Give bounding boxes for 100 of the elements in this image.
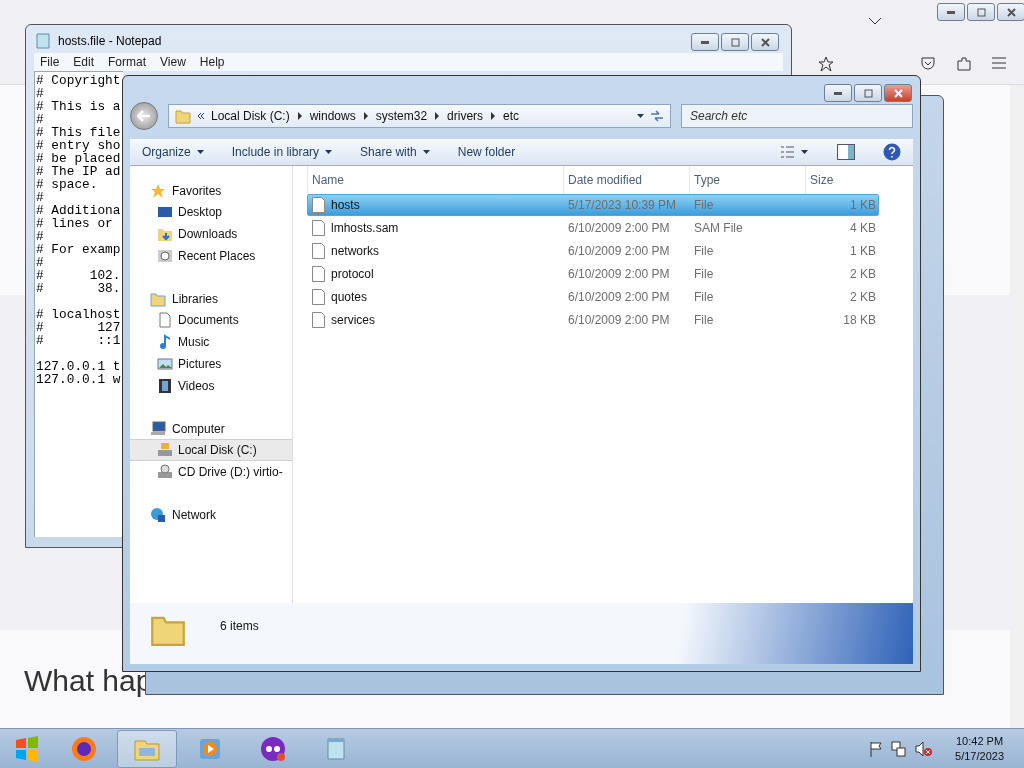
minimize-button[interactable] [691, 33, 719, 51]
nav-item-label[interactable]: Pictures [178, 357, 222, 371]
nav-group-label[interactable]: Network [172, 507, 216, 522]
address-bar[interactable]: Local Disk (C:) windows system32 drivers etc [168, 104, 671, 128]
folder-icon [175, 108, 191, 124]
minimize-button[interactable] [824, 84, 852, 102]
toolbar-button[interactable]: Share with [360, 145, 430, 159]
close-button[interactable] [884, 84, 912, 102]
file-name: hosts [331, 198, 360, 212]
table-cell-text: 5/17/2023 10:39 PM [567, 198, 678, 212]
file-row[interactable]: lmhosts.sam 6/10/2009 2:00 PM SAM File 4 KB [307, 217, 879, 239]
file-icon [312, 312, 325, 328]
star-icon [150, 182, 166, 199]
nav-group-label[interactable]: Favorites [172, 183, 222, 198]
close-button[interactable] [751, 33, 779, 51]
breadcrumb[interactable]: windows [309, 109, 356, 123]
toolbar-button[interactable]: Include in library [231, 145, 333, 159]
speaker-muted-icon[interactable] [915, 741, 934, 757]
table-cell-text: 2 KB [849, 290, 877, 304]
nav-item[interactable]: Documents [130, 309, 292, 331]
search-field[interactable]: Search etc [681, 104, 913, 128]
menu-item[interactable]: View [160, 55, 186, 69]
nav-item[interactable]: Music [130, 331, 292, 353]
file-row[interactable]: networks 6/10/2009 2:00 PM File 1 KB [307, 240, 879, 262]
chevron-right-icon [295, 112, 304, 120]
restore-button[interactable] [967, 3, 995, 21]
nav-item-label[interactable]: Recent Places [178, 249, 256, 263]
file-row[interactable]: hosts 5/17/2023 10:39 PM File 1 KB [307, 194, 879, 216]
window-title: hosts.file - Notepad [58, 34, 162, 48]
network-icon[interactable] [891, 741, 908, 757]
file-row[interactable]: services 6/10/2009 2:00 PM File 18 KB [307, 309, 879, 331]
breadcrumb[interactable]: etc [503, 109, 520, 123]
file-name: protocol [331, 267, 374, 281]
nav-group[interactable]: Favorites [130, 180, 292, 201]
nav-item[interactable]: Videos [130, 375, 292, 397]
nav-item-label[interactable]: Local Disk (C:) [178, 443, 257, 457]
nav-item[interactable]: Pictures [130, 353, 292, 375]
breadcrumb[interactable]: system32 [375, 109, 428, 123]
menu-item[interactable]: Format [108, 55, 147, 69]
table-cell-text: SAM File [693, 221, 744, 235]
file-row[interactable]: protocol 6/10/2009 2:00 PM File 2 KB [307, 263, 879, 285]
nav-item[interactable]: CD Drive (D:) virtio- [130, 461, 292, 483]
help-icon[interactable] [883, 143, 901, 161]
nav-item-label[interactable]: Videos [178, 379, 215, 393]
breadcrumb[interactable]: Local Disk (C:) [211, 109, 290, 123]
nav-item-label[interactable]: Documents [178, 313, 239, 327]
scrollbar[interactable] [1010, 85, 1024, 728]
back-button[interactable] [130, 102, 158, 130]
view-list-icon[interactable] [781, 146, 809, 158]
menu-item[interactable]: File [40, 55, 60, 69]
close-button[interactable] [997, 3, 1024, 21]
nav-group-label[interactable]: Computer [172, 421, 225, 436]
toolbar-button[interactable]: New folder [457, 145, 516, 159]
table-cell-text: File [693, 198, 715, 212]
maximize-button[interactable] [854, 84, 882, 102]
file-name: services [331, 313, 375, 327]
file-row[interactable]: quotes 6/10/2009 2:00 PM File 2 KB [307, 286, 879, 308]
menu-item[interactable]: Edit [73, 55, 95, 69]
text-area[interactable]: # Copyright # # This is a # # This file # entry sho # be placed # The IP ad # space. # # Additiona # lines or # # For examp # # 102. # 38. # localhost # 127 # ::1 127.0.0.1 t 127.0.0.1 w [34, 71, 123, 537]
browser-icon [70, 735, 98, 763]
table-cell-text: File [693, 244, 715, 258]
nav-item-label[interactable]: Music [178, 335, 210, 349]
breadcrumb[interactable]: drivers [447, 109, 484, 123]
toolbar-button[interactable]: Organize [142, 145, 204, 159]
puzzle-icon[interactable] [956, 56, 972, 72]
minimize-button[interactable] [937, 3, 965, 21]
minimize-icon [834, 91, 842, 95]
nav-item-label[interactable]: CD Drive (D:) virtio- [178, 465, 283, 479]
drive-icon [157, 442, 173, 458]
file-name: quotes [331, 290, 368, 304]
menu-item[interactable]: Help [199, 55, 225, 69]
clock-date[interactable]: 5/17/2023 [955, 749, 1004, 764]
maximize-button[interactable] [721, 33, 749, 51]
clock-time[interactable]: 10:42 PM [956, 734, 1004, 749]
nav-group-label[interactable]: Libraries [172, 291, 219, 306]
maximize-icon [863, 88, 873, 98]
nav-item[interactable]: Recent Places [130, 245, 292, 267]
nav-group[interactable]: Network [130, 504, 292, 525]
chevron-down-icon[interactable] [868, 16, 882, 26]
nav-item-label[interactable]: Downloads [178, 227, 238, 241]
table-cell-text: 6/10/2009 2:00 PM [567, 290, 671, 304]
clock-icon [157, 248, 173, 264]
nav-group[interactable]: Computer [130, 418, 292, 439]
flag-icon[interactable] [869, 741, 884, 757]
preview-pane-icon[interactable] [837, 144, 855, 160]
refresh-icon[interactable] [650, 110, 664, 122]
nav-item[interactable]: Downloads [130, 223, 292, 245]
nav-item[interactable]: Desktop [130, 201, 292, 223]
star-icon[interactable] [818, 56, 834, 72]
folder-icon [150, 290, 166, 307]
item-count: 6 items [220, 619, 259, 633]
mask-icon [259, 735, 287, 763]
arrow-left-icon [137, 110, 151, 122]
menu-icon[interactable] [992, 57, 1006, 69]
nav-item[interactable]: Local Disk (C:) [130, 439, 292, 461]
nav-item-label[interactable]: Desktop [178, 205, 223, 219]
file-name: lmhosts.sam [331, 221, 399, 235]
nav-group[interactable]: Libraries [130, 288, 292, 309]
globe-icon [150, 506, 166, 523]
shield-icon[interactable] [920, 56, 936, 72]
